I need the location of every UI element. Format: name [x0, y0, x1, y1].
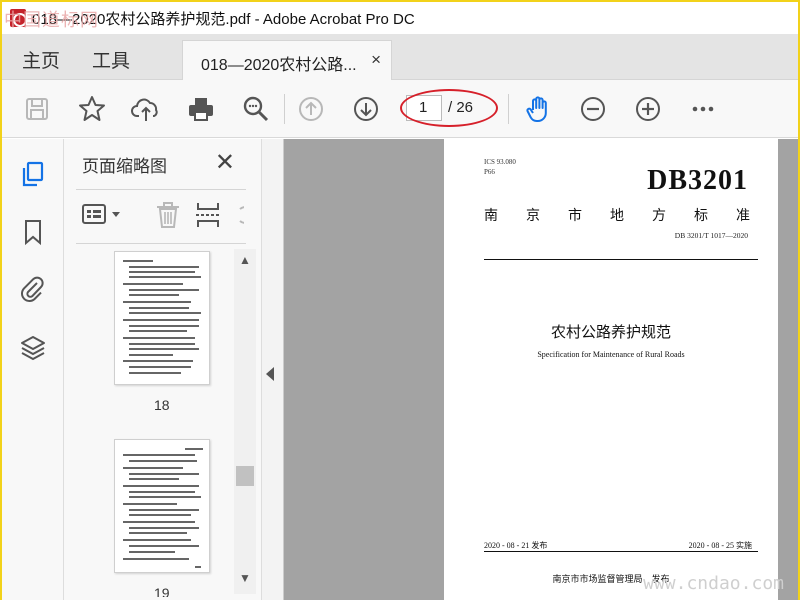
standard-name-char: 市 [568, 208, 582, 224]
close-panel-icon[interactable]: ✕ [215, 148, 235, 177]
panel-divider [76, 243, 246, 244]
toolbar-separator [508, 94, 509, 124]
page-thumbnails-icon[interactable] [16, 157, 50, 191]
watermark-logo-text: 中国道标网 [4, 10, 99, 31]
more-icon[interactable] [687, 93, 719, 125]
delete-page-icon[interactable] [154, 201, 182, 234]
nav-tools[interactable]: 工具 [92, 46, 130, 73]
upload-cloud-icon[interactable] [130, 93, 162, 125]
layers-icon[interactable] [16, 331, 50, 365]
insert-page-icon[interactable] [194, 201, 222, 234]
bookmarks-icon[interactable] [16, 215, 50, 249]
panel-title: 页面缩略图 [82, 157, 167, 176]
tab-bar: 主页 工具 018—2020农村公路... × [2, 34, 798, 80]
document-title-cn: 农村公路养护规范 [550, 323, 671, 341]
publish-date: 2020 - 08 - 21 发布 [484, 541, 548, 550]
standard-id: DB3201 [647, 165, 748, 196]
zoom-out-icon[interactable] [577, 93, 609, 125]
thumbnail-scrollbar[interactable] [234, 249, 256, 594]
bookmark-star-icon[interactable] [76, 93, 108, 125]
pdf-page: ICS 93.080 P66 DB3201 南 京 市 地 方 标 准 DB 3… [444, 139, 778, 600]
footer-rule [484, 551, 758, 552]
document-viewport[interactable]: ICS 93.080 P66 DB3201 南 京 市 地 方 标 准 DB 3… [284, 139, 798, 600]
watermark-url: www.cndao.com [643, 573, 784, 594]
page-thumbnail[interactable] [114, 439, 210, 573]
standard-name: 南 京 市 地 方 标 准 [484, 205, 750, 225]
thumbnail-options-icon[interactable] [82, 203, 126, 232]
zoom-search-icon[interactable] [240, 93, 272, 125]
hand-tool-icon[interactable] [523, 93, 555, 125]
page-thumbnail[interactable] [114, 251, 210, 385]
print-icon[interactable] [185, 93, 217, 125]
thumbnail-page-number: 19 [154, 585, 170, 597]
page-thumbnails-panel: 页面缩略图 ✕ 18 19 ▲ ▼ [64, 139, 262, 600]
standard-name-char: 标 [694, 208, 708, 224]
standard-name-char: 京 [526, 208, 540, 224]
standard-name-char: 南 [484, 208, 498, 224]
rotate-page-icon[interactable] [234, 203, 244, 227]
ics-number: ICS 93.080 [484, 158, 516, 166]
thumbnail-page-number: 18 [154, 397, 170, 413]
page-down-icon[interactable] [350, 93, 382, 125]
red-annotation-ellipse [400, 89, 498, 127]
header-rule [484, 259, 758, 260]
title-bar: 018—2020农村公路养护规范.pdf - Adobe Acrobat Pro… [2, 2, 798, 34]
toolbar: 1 / 26 [2, 80, 798, 138]
classification-code: P66 [484, 168, 495, 176]
document-tab[interactable]: 018—2020农村公路... × [182, 40, 392, 80]
toolbar-separator [284, 94, 285, 124]
document-tab-label[interactable]: 018—2020农村公路... [201, 51, 357, 75]
navigation-rail [2, 139, 64, 600]
close-tab-icon[interactable]: × [371, 50, 381, 70]
collapse-panel-icon[interactable] [266, 367, 274, 381]
scroll-up-icon[interactable]: ▲ [239, 253, 251, 267]
document-title-en: Specification for Maintenance of Rural R… [537, 350, 685, 359]
standard-name-char: 方 [652, 208, 666, 224]
ics-code: ICS 93.080 P66 [484, 157, 516, 177]
zoom-in-icon[interactable] [632, 93, 664, 125]
standard-name-char: 地 [610, 208, 624, 224]
scrollbar-thumb[interactable] [236, 466, 254, 486]
attachments-icon[interactable] [16, 272, 50, 306]
standard-name-char: 准 [736, 208, 750, 224]
scroll-down-icon[interactable]: ▼ [239, 571, 251, 585]
panel-collapse-strip[interactable] [262, 139, 284, 600]
standard-code: DB 3201/T 1017—2020 [674, 231, 748, 240]
implement-date: 2020 - 08 - 25 实施 [688, 541, 752, 550]
save-icon[interactable] [21, 93, 53, 125]
panel-divider [76, 189, 246, 190]
page-up-icon[interactable] [295, 93, 327, 125]
nav-home[interactable]: 主页 [22, 46, 60, 73]
